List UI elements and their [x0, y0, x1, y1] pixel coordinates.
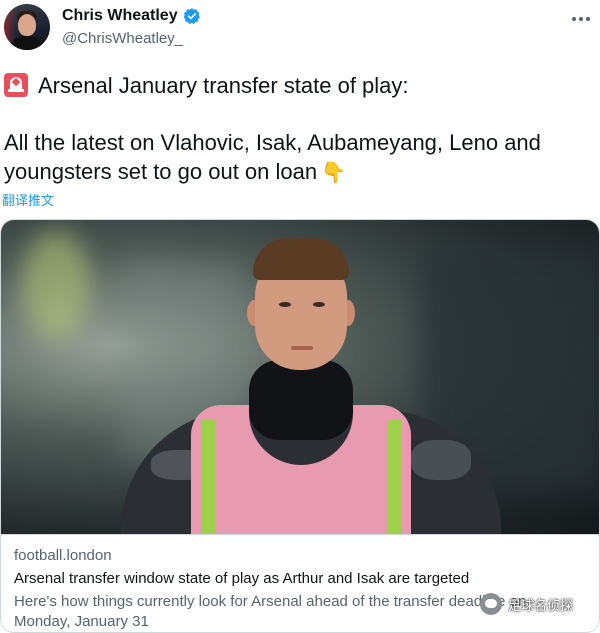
author-handle[interactable]: @ChrisWheatley_ — [62, 30, 183, 47]
avatar-face — [18, 14, 36, 36]
jacket-pattern — [411, 440, 471, 480]
photo-background-blur — [21, 230, 91, 340]
backhand-index-pointing-down-icon: 👇 — [321, 161, 347, 184]
tweet-header: Chris Wheatley @ChrisWheatley_ — [0, 0, 600, 56]
watermark-text: 足球名侦探 — [508, 598, 574, 614]
card-meta[interactable]: football.london Arsenal transfer window … — [1, 534, 599, 632]
avatar[interactable] — [4, 4, 50, 50]
more-dot — [586, 17, 590, 21]
author-name[interactable]: Chris Wheatley — [62, 7, 178, 25]
player-eye — [279, 302, 291, 307]
card-domain: football.london — [14, 547, 112, 564]
siren-base — [8, 89, 24, 92]
more-dot — [572, 17, 576, 21]
card-title: Arsenal transfer window state of play as… — [14, 570, 470, 587]
wechat-logo-icon — [480, 593, 502, 615]
more-options-icon[interactable] — [572, 14, 594, 24]
tweet-text-line-2: All the latest on Vlahovic, Isak, Aubame… — [4, 130, 541, 184]
bib-trim — [388, 420, 402, 534]
link-preview-card[interactable]: football.london Arsenal transfer window … — [0, 219, 600, 633]
rotating-light-icon — [4, 73, 28, 97]
watermark: 足球名侦探 — [480, 592, 573, 616]
translate-tweet-link[interactable]: 翻译推文 — [2, 190, 54, 209]
player-eye — [313, 302, 325, 307]
tweet-text-paragraph-2: All the latest on Vlahovic, Isak, Aubame… — [4, 128, 600, 188]
more-dot — [579, 17, 583, 21]
author-name-row[interactable]: Chris Wheatley — [62, 6, 201, 26]
player-mouth — [291, 346, 313, 350]
tweet-text-line-1: Arsenal January transfer state of play: — [38, 72, 409, 98]
tweet-line-1: Arsenal January transfer state of play: — [4, 70, 409, 100]
verified-badge-icon — [183, 8, 200, 24]
player-snood — [249, 360, 353, 440]
bib-trim — [201, 420, 215, 534]
card-image[interactable] — [1, 220, 599, 534]
avatar-body — [10, 36, 44, 50]
player-hair — [253, 238, 349, 280]
